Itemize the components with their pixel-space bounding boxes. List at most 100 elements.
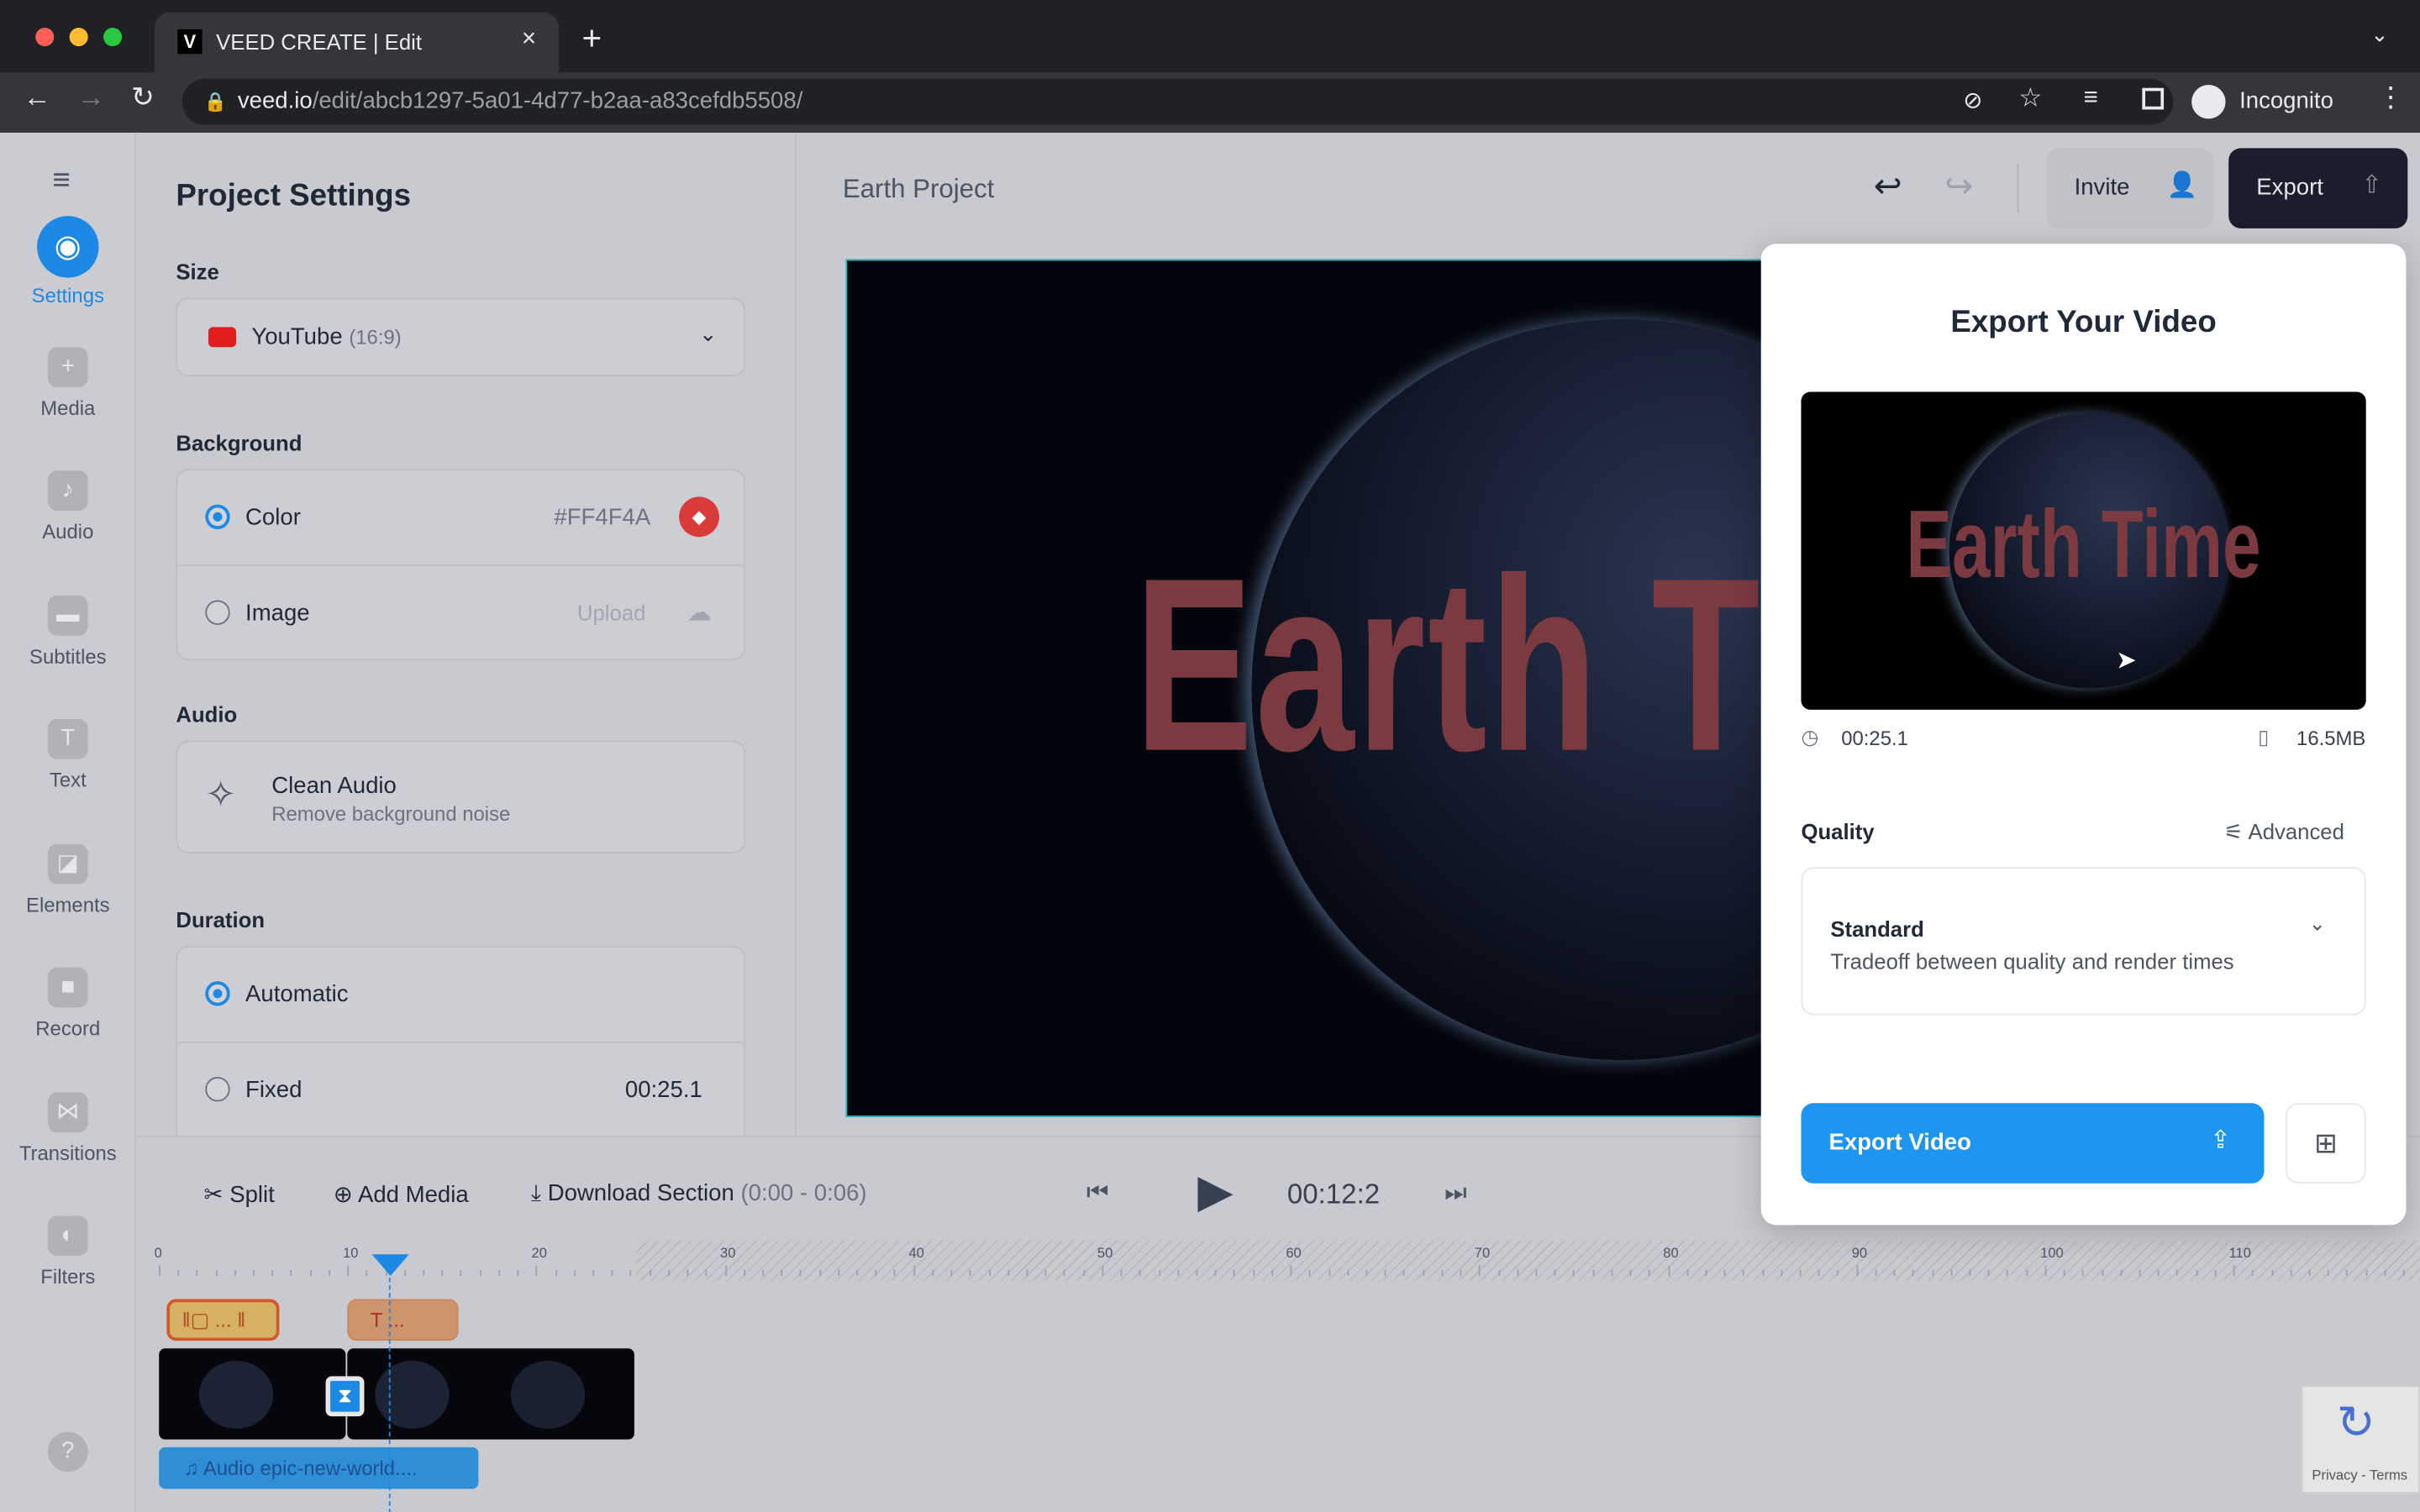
ruler-tick-label: 30 [720, 1245, 736, 1261]
invite-button[interactable]: Invite 👤 [2046, 148, 2213, 228]
playhead-handle[interactable] [371, 1254, 409, 1276]
eye-off-icon[interactable]: ⊘ [1963, 87, 1982, 114]
ruler-tick [2082, 1269, 2085, 1276]
back-button[interactable]: ← [24, 81, 51, 114]
rail-item-transitions[interactable]: ⋈ Transitions [0, 1091, 136, 1164]
export-video-button[interactable]: Export Video ⇪ [1801, 1103, 2265, 1184]
redo-button[interactable]: ↪ [1944, 166, 1973, 207]
upload-button[interactable]: Upload [577, 600, 646, 624]
ruler-tick [1969, 1269, 1971, 1276]
advanced-button[interactable]: ⚟ Advanced [2224, 819, 2344, 845]
playhead[interactable] [388, 1254, 391, 1512]
color-picker-icon[interactable]: ◆ [679, 496, 719, 538]
size-ratio: (16:9) [349, 325, 402, 349]
close-tab-icon[interactable]: × [522, 26, 536, 54]
media-control-icon[interactable]: ≡ [2084, 85, 2098, 113]
play-button[interactable]: ▶ [1197, 1165, 1233, 1219]
element-clip[interactable]: ‖▢ ... ‖ [166, 1299, 280, 1341]
url-bar[interactable]: 🔒 veed.io/edit/abcb1297-5a01-4d77-b2aa-a… [182, 78, 2174, 125]
background-options: Color #FF4F4A ◆ Image Upload ☁ [176, 469, 746, 661]
reload-button[interactable]: ↻ [131, 81, 155, 114]
image-radio[interactable] [205, 600, 230, 625]
quality-desc: Tradeoff between quality and render time… [1830, 948, 2234, 974]
download-section-button[interactable]: ⤓ Download Section (0:00 - 0:06) [531, 1180, 867, 1206]
profile-label[interactable]: Incognito [2239, 88, 2333, 114]
recaptcha-icon: ↻ [2336, 1398, 2375, 1449]
ruler-tick [2252, 1269, 2254, 1276]
clean-audio-button[interactable]: ✧ Clean Audio Remove background noise [176, 740, 746, 853]
color-value[interactable]: #FF4F4A [554, 505, 650, 531]
quality-value: Standard [1830, 916, 1924, 942]
side-panel-icon[interactable] [2142, 87, 2165, 110]
ruler-tick [1856, 1265, 1859, 1276]
video-canvas[interactable]: Earth Time [845, 259, 1772, 1117]
rail-item-label: Text [49, 768, 87, 792]
rail-item-elements[interactable]: ◪ Elements [0, 843, 136, 916]
export-button[interactable]: Export ⇧ [2228, 148, 2408, 228]
ruler-tick [818, 1269, 821, 1276]
rail-item-record[interactable]: ■ Record [0, 967, 136, 1040]
undo-button[interactable]: ↩ [1874, 166, 1902, 207]
rail-item-label: Audio [42, 519, 94, 543]
rail-item-subtitles[interactable]: ▬ Subtitles [0, 595, 136, 667]
maximize-window-button[interactable] [103, 28, 123, 47]
rewind-button[interactable]: ⏮ [1086, 1180, 1108, 1208]
automatic-radio[interactable] [205, 981, 230, 1006]
fixed-duration-input[interactable]: 00:25.1 [625, 1077, 702, 1103]
ruler-tick [970, 1269, 972, 1276]
color-radio[interactable] [205, 504, 230, 529]
fixed-radio[interactable] [205, 1077, 230, 1102]
ruler-tick [1743, 1269, 1745, 1276]
minimize-window-button[interactable] [69, 28, 88, 47]
duration-options: Automatic Fixed 00:25.1 [176, 945, 746, 1147]
ruler-tick [1535, 1269, 1538, 1276]
hamburger-menu-icon[interactable]: ≡ [52, 164, 70, 199]
add-template-button[interactable]: ⊞ [2286, 1103, 2366, 1184]
audio-clip[interactable]: ♫ Audio epic-new-world.... [159, 1446, 479, 1489]
ruler-tick [1026, 1269, 1028, 1276]
new-tab-button[interactable]: + [581, 18, 602, 59]
star-icon[interactable]: ☆ [2018, 83, 2042, 114]
browser-tab[interactable]: V VEED CREATE | Edit × [154, 12, 559, 73]
canvas-title-text[interactable]: Earth Time [1134, 523, 1770, 807]
rail-item-filters[interactable]: ◐ Filters [0, 1215, 136, 1289]
rail-item-audio[interactable]: ♪ Audio [0, 470, 136, 543]
project-name[interactable]: Earth Project [843, 175, 994, 206]
text-clip[interactable]: T ... [347, 1299, 459, 1341]
ruler-tick [950, 1269, 953, 1276]
help-icon[interactable]: ? [47, 1431, 88, 1473]
ruler-tick [1365, 1269, 1368, 1276]
browser-menu-icon[interactable]: ⋮ [2377, 81, 2405, 114]
export-popover: Export Your Video Earth Time ➤ ◷ 00:25.1… [1760, 244, 2407, 1226]
quality-select[interactable]: Standard Tradeoff between quality and re… [1801, 867, 2366, 1016]
recaptcha-links[interactable]: Privacy - Terms [2312, 1467, 2407, 1483]
record-icon: ■ [47, 967, 88, 1008]
ruler-tick [1799, 1269, 1802, 1276]
chevron-down-icon: ⌄ [2308, 911, 2326, 936]
rail-item-media[interactable]: + Media [0, 346, 136, 419]
ruler-tick [1781, 1269, 1783, 1276]
rail-item-settings[interactable]: ◉ Settings [0, 216, 136, 307]
rail-item-text[interactable]: T Text [0, 718, 136, 792]
video-clip-1[interactable] [159, 1348, 346, 1440]
ruler-tick [1441, 1269, 1443, 1276]
forward-button[interactable]: → [77, 81, 105, 114]
ruler-tick [2214, 1269, 2217, 1276]
split-button[interactable]: ✂ Split [203, 1180, 274, 1208]
add-media-button[interactable]: ⊕ Add Media [334, 1180, 469, 1208]
ruler-tick [856, 1269, 859, 1276]
recaptcha-badge[interactable]: ↻ Privacy - Terms [2301, 1385, 2420, 1494]
ruler-tick [347, 1265, 350, 1276]
ruler-tick [1554, 1269, 1556, 1276]
ruler-tick [1931, 1269, 1933, 1276]
timeline-ruler[interactable]: 0 10 20 30 40 50 60 70 80 90 100 110 [136, 1245, 2420, 1285]
close-window-button[interactable] [35, 28, 55, 47]
tab-search-chevron-icon[interactable]: ⌄ [2370, 22, 2389, 48]
transition-icon[interactable]: ⧗ [325, 1376, 365, 1417]
fast-forward-button[interactable]: ⏭ [1444, 1180, 1466, 1208]
ruler-tick [913, 1265, 915, 1276]
size-select[interactable]: YouTube (16:9) ⌄ [176, 297, 746, 377]
ruler-tick [497, 1269, 500, 1276]
rail-item-label: Media [40, 396, 96, 419]
youtube-icon [208, 327, 237, 348]
